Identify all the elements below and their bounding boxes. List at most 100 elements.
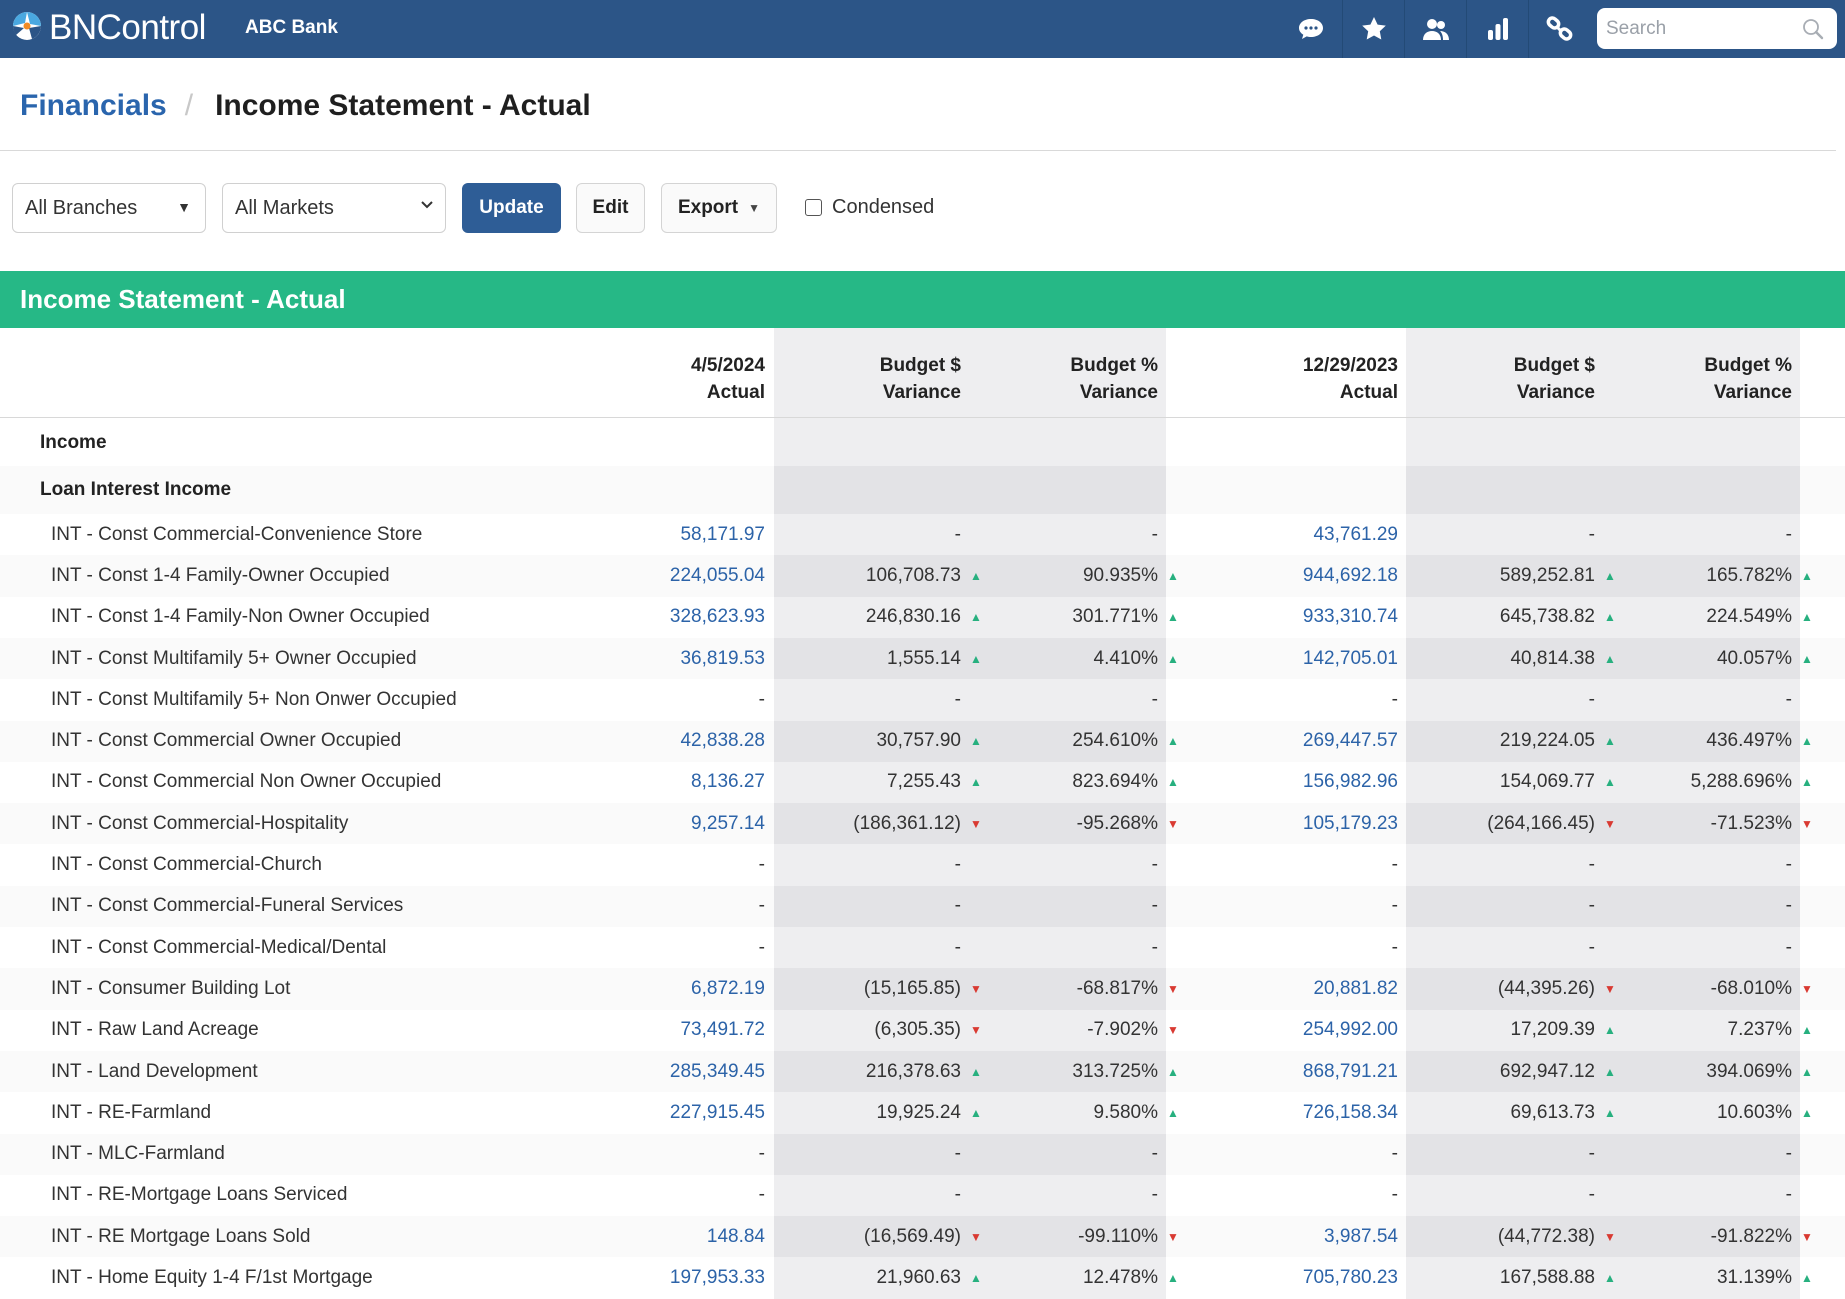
cell-value: - xyxy=(1785,688,1792,710)
favorites-button[interactable] xyxy=(1342,0,1404,58)
condensed-toggle[interactable]: Condensed xyxy=(805,196,934,219)
cell-value: - xyxy=(758,936,765,958)
branches-select[interactable]: All Branches ▼ xyxy=(12,183,206,233)
cell-actual-1[interactable]: 148.84 xyxy=(707,1216,765,1257)
cell-budget-percent-variance-2: 165.782% ▲ xyxy=(1706,555,1815,596)
cell-actual-2[interactable]: 933,310.74 xyxy=(1303,597,1398,638)
cell-budget-percent-variance-1: - xyxy=(1152,927,1181,968)
cell-actual-1[interactable]: 42,838.28 xyxy=(680,721,765,762)
breadcrumb-financials-link[interactable]: Financials xyxy=(20,89,167,123)
cell-value: - xyxy=(1391,936,1398,958)
cell-value[interactable]: 285,349.45 xyxy=(670,1061,765,1083)
links-button[interactable] xyxy=(1528,0,1590,58)
cell-value[interactable]: 933,310.74 xyxy=(1303,606,1398,628)
cell-value[interactable]: 58,171.97 xyxy=(680,524,765,546)
cell-actual-2[interactable]: 726,158.34 xyxy=(1303,1092,1398,1133)
search-icon[interactable] xyxy=(1801,17,1825,41)
condensed-checkbox[interactable] xyxy=(805,199,822,216)
cell-value: 246,830.16 xyxy=(865,606,961,628)
cell-value[interactable]: 868,791.21 xyxy=(1303,1061,1398,1083)
cell-value[interactable]: 6,872.19 xyxy=(691,978,765,1000)
cell-value[interactable]: 197,953.33 xyxy=(670,1267,765,1289)
column-header-budget-dollar-1[interactable]: Budget $ Variance xyxy=(880,352,961,406)
cell-value[interactable]: 328,623.93 xyxy=(670,606,765,628)
column-header-budget-percent-2[interactable]: Budget % Variance xyxy=(1704,352,1792,406)
table-row: INT - Const 1-4 Family-Non Owner Occupie… xyxy=(0,597,1845,638)
cell-value[interactable]: 73,491.72 xyxy=(680,1019,765,1041)
cell-actual-2[interactable]: 269,447.57 xyxy=(1303,721,1398,762)
update-button[interactable]: Update xyxy=(462,183,561,233)
cell-value[interactable]: 227,915.45 xyxy=(670,1102,765,1124)
cell-budget-percent-variance-2: - xyxy=(1786,886,1815,927)
messages-button[interactable] xyxy=(1280,0,1342,58)
column-header-actual-1[interactable]: 4/5/2024 Actual xyxy=(691,352,765,406)
cell-actual-1[interactable]: 285,349.45 xyxy=(670,1051,765,1092)
cell-actual-2[interactable]: 868,791.21 xyxy=(1303,1051,1398,1092)
cell-value[interactable]: 142,705.01 xyxy=(1303,648,1398,670)
export-button[interactable]: Export ▼ xyxy=(661,183,777,233)
cell-value[interactable]: 944,692.18 xyxy=(1303,565,1398,587)
cell-actual-2[interactable]: 142,705.01 xyxy=(1303,638,1398,679)
cell-actual-1[interactable]: 227,915.45 xyxy=(670,1092,765,1133)
reports-button[interactable] xyxy=(1466,0,1528,58)
brand-name[interactable]: BNControl xyxy=(49,6,206,50)
edit-button[interactable]: Edit xyxy=(576,183,645,233)
cell-value[interactable]: 9,257.14 xyxy=(691,813,765,835)
cell-budget-percent-variance-1: 4.410% ▲ xyxy=(1094,638,1181,679)
cell-actual-2[interactable]: 705,780.23 xyxy=(1303,1257,1398,1298)
search-input[interactable] xyxy=(1606,8,1796,49)
cell-value[interactable]: 42,838.28 xyxy=(680,730,765,752)
cell-actual-1[interactable]: 8,136.27 xyxy=(691,762,765,803)
cell-value: - xyxy=(1391,854,1398,876)
cell-actual-1[interactable]: 9,257.14 xyxy=(691,803,765,844)
search-box[interactable] xyxy=(1597,8,1837,49)
cell-value[interactable]: 8,136.27 xyxy=(691,771,765,793)
cell-value: -99.110% xyxy=(1078,1225,1158,1247)
cell-value[interactable]: 3,987.54 xyxy=(1324,1226,1398,1248)
arrow-down-icon: ▼ xyxy=(1604,981,1616,996)
cell-actual-1[interactable]: 224,055.04 xyxy=(670,555,765,596)
cell-actual-1[interactable]: 197,953.33 xyxy=(670,1257,765,1298)
cell-actual-1[interactable]: 328,623.93 xyxy=(670,597,765,638)
column-header-actual-2[interactable]: 12/29/2023 Actual xyxy=(1303,352,1398,406)
cell-budget-percent-variance-1: 254.610% ▲ xyxy=(1072,721,1181,762)
arrow-up-icon: ▲ xyxy=(1167,1271,1179,1286)
cell-value[interactable]: 705,780.23 xyxy=(1303,1267,1398,1289)
cell-budget-percent-variance-1: - xyxy=(1152,679,1181,720)
cell-value[interactable]: 105,179.23 xyxy=(1303,813,1398,835)
cell-actual-1[interactable]: 6,872.19 xyxy=(691,968,765,1009)
cell-actual-2[interactable]: 156,982.96 xyxy=(1303,762,1398,803)
cell-actual-2[interactable]: 254,992.00 xyxy=(1303,1010,1398,1051)
cell-actual-1[interactable]: 36,819.53 xyxy=(680,638,765,679)
users-button[interactable] xyxy=(1404,0,1466,58)
column-header-budget-dollar-2[interactable]: Budget $ Variance xyxy=(1514,352,1595,406)
cell-value[interactable]: 269,447.57 xyxy=(1303,730,1398,752)
cell-actual-2[interactable]: 20,881.82 xyxy=(1313,968,1398,1009)
cell-value[interactable]: 726,158.34 xyxy=(1303,1102,1398,1124)
row-label: INT - RE-Mortgage Loans Serviced xyxy=(51,1184,348,1206)
cell-actual-2[interactable]: 43,761.29 xyxy=(1313,514,1398,555)
cell-value[interactable]: 156,982.96 xyxy=(1303,771,1398,793)
cell-actual-2[interactable]: 944,692.18 xyxy=(1303,555,1398,596)
cell-budget-percent-variance-2: 436.497% ▲ xyxy=(1706,721,1815,762)
condensed-label[interactable]: Condensed xyxy=(832,196,934,219)
cell-value[interactable]: 20,881.82 xyxy=(1313,978,1398,1000)
cell-actual-1[interactable]: 58,171.97 xyxy=(680,514,765,555)
chat-icon xyxy=(1299,19,1323,39)
cell-value[interactable]: 148.84 xyxy=(707,1226,765,1248)
column-header-budget-percent-1[interactable]: Budget % Variance xyxy=(1070,352,1158,406)
cell-value[interactable]: 224,055.04 xyxy=(670,565,765,587)
cell-budget-percent-variance-2: - xyxy=(1786,514,1815,555)
cell-value[interactable]: 43,761.29 xyxy=(1313,524,1398,546)
table-row: INT - Const Commercial-Convenience Store… xyxy=(0,514,1845,555)
arrow-down-icon: ▼ xyxy=(970,1023,982,1038)
cell-value: -91.822% xyxy=(1710,1225,1792,1247)
cell-actual-1[interactable]: 73,491.72 xyxy=(680,1010,765,1051)
cell-actual-2[interactable]: 3,987.54 xyxy=(1324,1216,1398,1257)
cell-value[interactable]: 36,819.53 xyxy=(680,648,765,670)
cell-actual-1: - xyxy=(759,1134,765,1175)
cell-value[interactable]: 254,992.00 xyxy=(1303,1019,1398,1041)
cell-budget-percent-variance-1: 12.478% ▲ xyxy=(1083,1257,1181,1298)
markets-select[interactable]: All Markets xyxy=(222,183,446,233)
cell-actual-2[interactable]: 105,179.23 xyxy=(1303,803,1398,844)
